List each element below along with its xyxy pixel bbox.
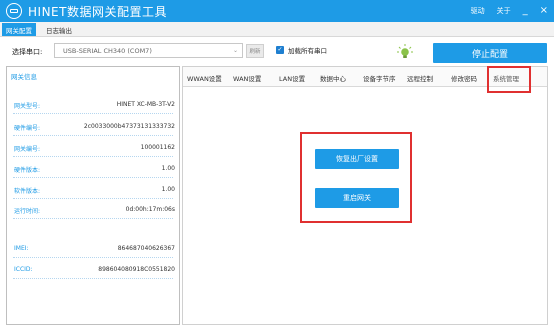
- info-value: 2c0033000b47373131333732: [83, 123, 175, 130]
- factory-reset-button[interactable]: 恢复出厂设置: [315, 149, 399, 169]
- app-logo-icon: [6, 3, 22, 19]
- info-key: 硬件版本:: [14, 167, 41, 174]
- info-value: 864687040626367: [117, 245, 175, 252]
- info-key: 网关型号:: [14, 103, 41, 110]
- info-key: 网关编号:: [14, 146, 41, 153]
- tab-gateway-config[interactable]: 网关配置: [2, 23, 36, 36]
- info-row: 网关型号: HINET XC-MB-3T-V2: [7, 99, 179, 114]
- info-value: HINET XC-MB-3T-V2: [116, 101, 175, 108]
- minimize-button[interactable]: _: [523, 6, 528, 16]
- tab-remote-control[interactable]: 远程控制: [407, 73, 433, 83]
- menu-bar: 网关配置 日志输出: [0, 22, 554, 37]
- info-value: 898604080918C0551820: [98, 266, 175, 273]
- info-value: 1.00: [161, 165, 175, 172]
- port-select[interactable]: USB-SERIAL CH340 (COM7) ⌄: [54, 43, 243, 58]
- close-button[interactable]: ×: [540, 6, 548, 16]
- info-row: 硬件编号: 2c0033000b47373131333732: [7, 121, 179, 136]
- info-key: 硬件编号:: [14, 125, 41, 132]
- info-value: 1.00: [161, 186, 175, 193]
- gateway-info-panel: 网关信息 网关型号: HINET XC-MB-3T-V2 硬件编号: 2c003…: [6, 66, 180, 325]
- tab-byte-order[interactable]: 设备字节序: [363, 73, 396, 83]
- info-row: 运行时间: 0d:00h:17m:06s: [7, 204, 179, 219]
- info-key: 软件版本:: [14, 188, 41, 195]
- tab-data-center[interactable]: 数据中心: [320, 73, 346, 83]
- reboot-gateway-button[interactable]: 重启网关: [315, 188, 399, 208]
- refresh-button[interactable]: 刷新: [246, 44, 264, 58]
- info-key: IMEI:: [14, 245, 29, 252]
- info-row: IMEI: 864687040626367: [7, 243, 179, 258]
- port-select-value: USB-SERIAL CH340 (COM7): [63, 47, 152, 55]
- status-bulb-icon: [397, 44, 413, 58]
- tab-change-password[interactable]: 修改密码: [451, 73, 477, 83]
- info-row: 网关编号: 100001162: [7, 142, 179, 157]
- info-value: 100001162: [140, 144, 175, 151]
- gateway-info-title: 网关信息: [11, 73, 37, 81]
- tab-wwan-settings[interactable]: WWAN设置: [187, 73, 222, 83]
- toolbar: 选择串口: USB-SERIAL CH340 (COM7) ⌄ 刷新 ✓ 加载所…: [0, 38, 554, 66]
- info-value: 0d:00h:17m:06s: [125, 206, 175, 213]
- info-key: 运行时间:: [14, 208, 41, 215]
- info-row: 硬件版本: 1.00: [7, 163, 179, 178]
- load-all-checkbox[interactable]: ✓: [276, 46, 284, 54]
- driver-link[interactable]: 驱动: [471, 6, 485, 16]
- tab-log-output[interactable]: 日志输出: [40, 23, 78, 36]
- info-row: 软件版本: 1.00: [7, 184, 179, 199]
- tab-wan-settings[interactable]: WAN设置: [233, 73, 261, 83]
- stop-config-button[interactable]: 停止配置: [433, 43, 547, 63]
- system-actions-highlight: 恢复出厂设置 重启网关: [300, 132, 412, 223]
- app-title: HINET数据网关配置工具: [28, 4, 167, 19]
- about-link[interactable]: 关于: [497, 6, 511, 16]
- title-bar: HINET数据网关配置工具 驱动 关于 _ ×: [0, 0, 554, 22]
- chevron-down-icon: ⌄: [232, 47, 238, 54]
- port-label: 选择串口:: [12, 48, 43, 56]
- load-all-label: 加载所有串口: [288, 47, 327, 55]
- active-tab-highlight: [487, 66, 531, 93]
- tab-lan-settings[interactable]: LAN设置: [279, 73, 305, 83]
- info-key: ICCID:: [14, 266, 33, 273]
- info-row: ICCID: 898604080918C0551820: [7, 264, 179, 279]
